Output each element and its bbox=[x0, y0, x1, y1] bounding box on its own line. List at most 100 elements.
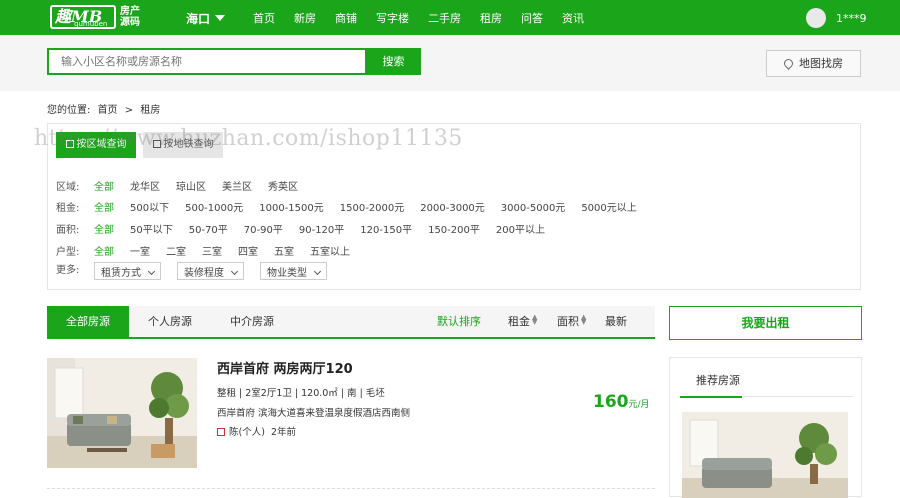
city-label: 海口 bbox=[186, 12, 211, 26]
agent-icon bbox=[217, 428, 225, 436]
sort-arrows-icon: ▲ ▼ bbox=[532, 313, 538, 326]
price-value: 160 bbox=[593, 392, 629, 412]
filter-row-district: 区域: 全部 龙华区 琼山区 美兰区 秀英区 bbox=[56, 178, 314, 193]
property-type-select-value: 物业类型 bbox=[267, 268, 307, 279]
filter-label: 更多: bbox=[56, 265, 80, 276]
tab-agency-listings[interactable]: 中介房源 bbox=[211, 306, 293, 337]
tab-by-subway[interactable]: 按地铁查询 bbox=[143, 132, 223, 158]
listing-toolbar: 全部房源 个人房源 中介房源 默认排序 租金 ▲ ▼ 面积 ▲ ▼ 最新 bbox=[47, 306, 655, 339]
filter-option[interactable]: 200平以上 bbox=[496, 221, 545, 236]
tab-by-subway-label: 按地铁查询 bbox=[163, 139, 214, 150]
tab-by-district[interactable]: 按区域查询 bbox=[56, 132, 136, 158]
filter-option[interactable]: 五室 bbox=[274, 243, 294, 258]
rent-type-select[interactable]: 租赁方式 bbox=[94, 262, 161, 280]
decoration-select[interactable]: 装修程度 bbox=[177, 262, 244, 280]
filter-option[interactable]: 5000元以上 bbox=[581, 199, 636, 214]
filter-option[interactable]: 全部 bbox=[94, 221, 114, 236]
user-name[interactable]: 1***9 bbox=[836, 12, 867, 25]
filter-row-layout: 户型: 全部 一室 二室 三室 四室 五室 五室以上 bbox=[56, 243, 366, 258]
chevron-down-icon bbox=[230, 267, 239, 276]
avatar[interactable] bbox=[806, 8, 826, 28]
listing-time: 2年前 bbox=[270, 427, 297, 438]
filter-option[interactable]: 全部 bbox=[94, 178, 114, 193]
listing-price: 160元/月 bbox=[593, 392, 650, 412]
main-nav: 首页 新房 商铺 写字楼 二手房 租房 问答 资讯 bbox=[253, 10, 603, 26]
filter-option[interactable]: 美兰区 bbox=[222, 178, 252, 193]
tab-by-district-label: 按区域查询 bbox=[76, 139, 127, 150]
breadcrumb-home[interactable]: 首页 bbox=[98, 105, 118, 116]
sort-rent[interactable]: 租金 ▲ ▼ bbox=[508, 306, 537, 337]
decoration-select-value: 装修程度 bbox=[184, 268, 224, 279]
listing-photo[interactable] bbox=[47, 358, 197, 468]
map-search-button[interactable]: 地图找房 bbox=[766, 50, 861, 77]
filter-option[interactable]: 90-120平 bbox=[299, 221, 344, 236]
site-logo[interactable]: 趣MB qumuben 房产源码 bbox=[50, 5, 142, 29]
checkbox-icon bbox=[65, 140, 74, 148]
top-navbar: 趣MB qumuben 房产源码 海口 首页 新房 商铺 写字楼 二手房 租房 … bbox=[0, 0, 900, 35]
room-photo-icon bbox=[682, 412, 848, 498]
nav-item-home[interactable]: 首页 bbox=[253, 10, 275, 26]
nav-item-resale[interactable]: 二手房 bbox=[428, 10, 461, 26]
room-photo-icon bbox=[47, 358, 197, 468]
filter-option[interactable]: 琼山区 bbox=[176, 178, 206, 193]
chevron-down-icon bbox=[313, 267, 322, 276]
listing-title[interactable]: 西岸首府 两房两厅120 bbox=[217, 358, 353, 377]
filter-panel: 按区域查询 按地铁查询 区域: 全部 龙华区 琼山区 美兰区 秀英区 租金: 全… bbox=[47, 123, 861, 290]
listing-meta: 整租 | 2室2厅1卫 | 120.0㎡ | 南 | 毛坯 bbox=[217, 388, 385, 399]
filter-option[interactable]: 50平以下 bbox=[130, 221, 173, 236]
filter-option[interactable]: 全部 bbox=[94, 199, 114, 214]
property-type-select[interactable]: 物业类型 bbox=[260, 262, 327, 280]
map-search-label: 地图找房 bbox=[799, 57, 843, 70]
filter-option[interactable]: 龙华区 bbox=[130, 178, 160, 193]
nav-item-qa[interactable]: 问答 bbox=[521, 10, 543, 26]
nav-item-offices[interactable]: 写字楼 bbox=[376, 10, 409, 26]
nav-item-news[interactable]: 资讯 bbox=[562, 10, 584, 26]
filter-option[interactable]: 五室以上 bbox=[310, 243, 350, 258]
filter-option[interactable]: 1000-1500元 bbox=[259, 199, 324, 214]
user-menu[interactable]: 1***9 bbox=[806, 8, 867, 28]
nav-item-shops[interactable]: 商铺 bbox=[335, 10, 357, 26]
filter-option[interactable]: 四室 bbox=[238, 243, 258, 258]
tab-personal-listings[interactable]: 个人房源 bbox=[129, 306, 211, 337]
city-selector[interactable]: 海口 bbox=[186, 10, 226, 27]
search-input[interactable] bbox=[47, 48, 367, 75]
filter-option[interactable]: 500-1000元 bbox=[185, 199, 243, 214]
filter-option[interactable]: 70-90平 bbox=[244, 221, 283, 236]
nav-item-new-homes[interactable]: 新房 bbox=[294, 10, 316, 26]
logo-mark: 趣MB qumuben bbox=[50, 5, 116, 29]
filter-option[interactable]: 三室 bbox=[202, 243, 222, 258]
list-for-rent-button[interactable]: 我要出租 bbox=[669, 306, 862, 340]
rent-type-select-value: 租赁方式 bbox=[101, 268, 141, 279]
filter-option[interactable]: 3000-5000元 bbox=[501, 199, 566, 214]
map-pin-icon bbox=[782, 57, 795, 70]
nav-item-rent[interactable]: 租房 bbox=[480, 10, 502, 26]
filter-option[interactable]: 120-150平 bbox=[360, 221, 412, 236]
breadcrumb-current: 租房 bbox=[140, 105, 161, 116]
filter-option[interactable]: 秀英区 bbox=[268, 178, 298, 193]
tab-all-listings[interactable]: 全部房源 bbox=[47, 306, 129, 337]
filter-option[interactable]: 150-200平 bbox=[428, 221, 480, 236]
search-button[interactable]: 搜索 bbox=[366, 48, 421, 75]
filter-option[interactable]: 1500-2000元 bbox=[340, 199, 405, 214]
filter-option[interactable]: 二室 bbox=[166, 243, 186, 258]
sort-default[interactable]: 默认排序 bbox=[437, 306, 481, 337]
sort-newest[interactable]: 最新 bbox=[605, 306, 627, 337]
recommended-photo[interactable] bbox=[682, 412, 848, 498]
listing-address: 西岸首府 滨海大道喜来登温泉度假酒店西南侧 bbox=[217, 408, 411, 419]
list-item[interactable]: 西岸首府 两房两厅120 整租 | 2室2厅1卫 | 120.0㎡ | 南 | … bbox=[47, 358, 655, 468]
sort-rent-label: 租金 bbox=[508, 315, 530, 328]
price-unit: 元/月 bbox=[628, 400, 650, 410]
filter-option[interactable]: 一室 bbox=[130, 243, 150, 258]
sort-area[interactable]: 面积 ▲ ▼ bbox=[557, 306, 586, 337]
sort-area-label: 面积 bbox=[557, 315, 579, 328]
logo-subtitle: 房产源码 bbox=[120, 6, 140, 28]
chevron-down-icon bbox=[147, 267, 156, 276]
filter-option[interactable]: 500以下 bbox=[130, 199, 169, 214]
breadcrumb-prefix: 您的位置: bbox=[47, 105, 91, 116]
divider bbox=[47, 488, 655, 489]
recommended-panel: 推荐房源 bbox=[669, 357, 862, 498]
filter-option[interactable]: 2000-3000元 bbox=[420, 199, 485, 214]
filter-option[interactable]: 50-70平 bbox=[189, 221, 228, 236]
filter-option[interactable]: 全部 bbox=[94, 243, 114, 258]
title-underline bbox=[680, 396, 742, 398]
